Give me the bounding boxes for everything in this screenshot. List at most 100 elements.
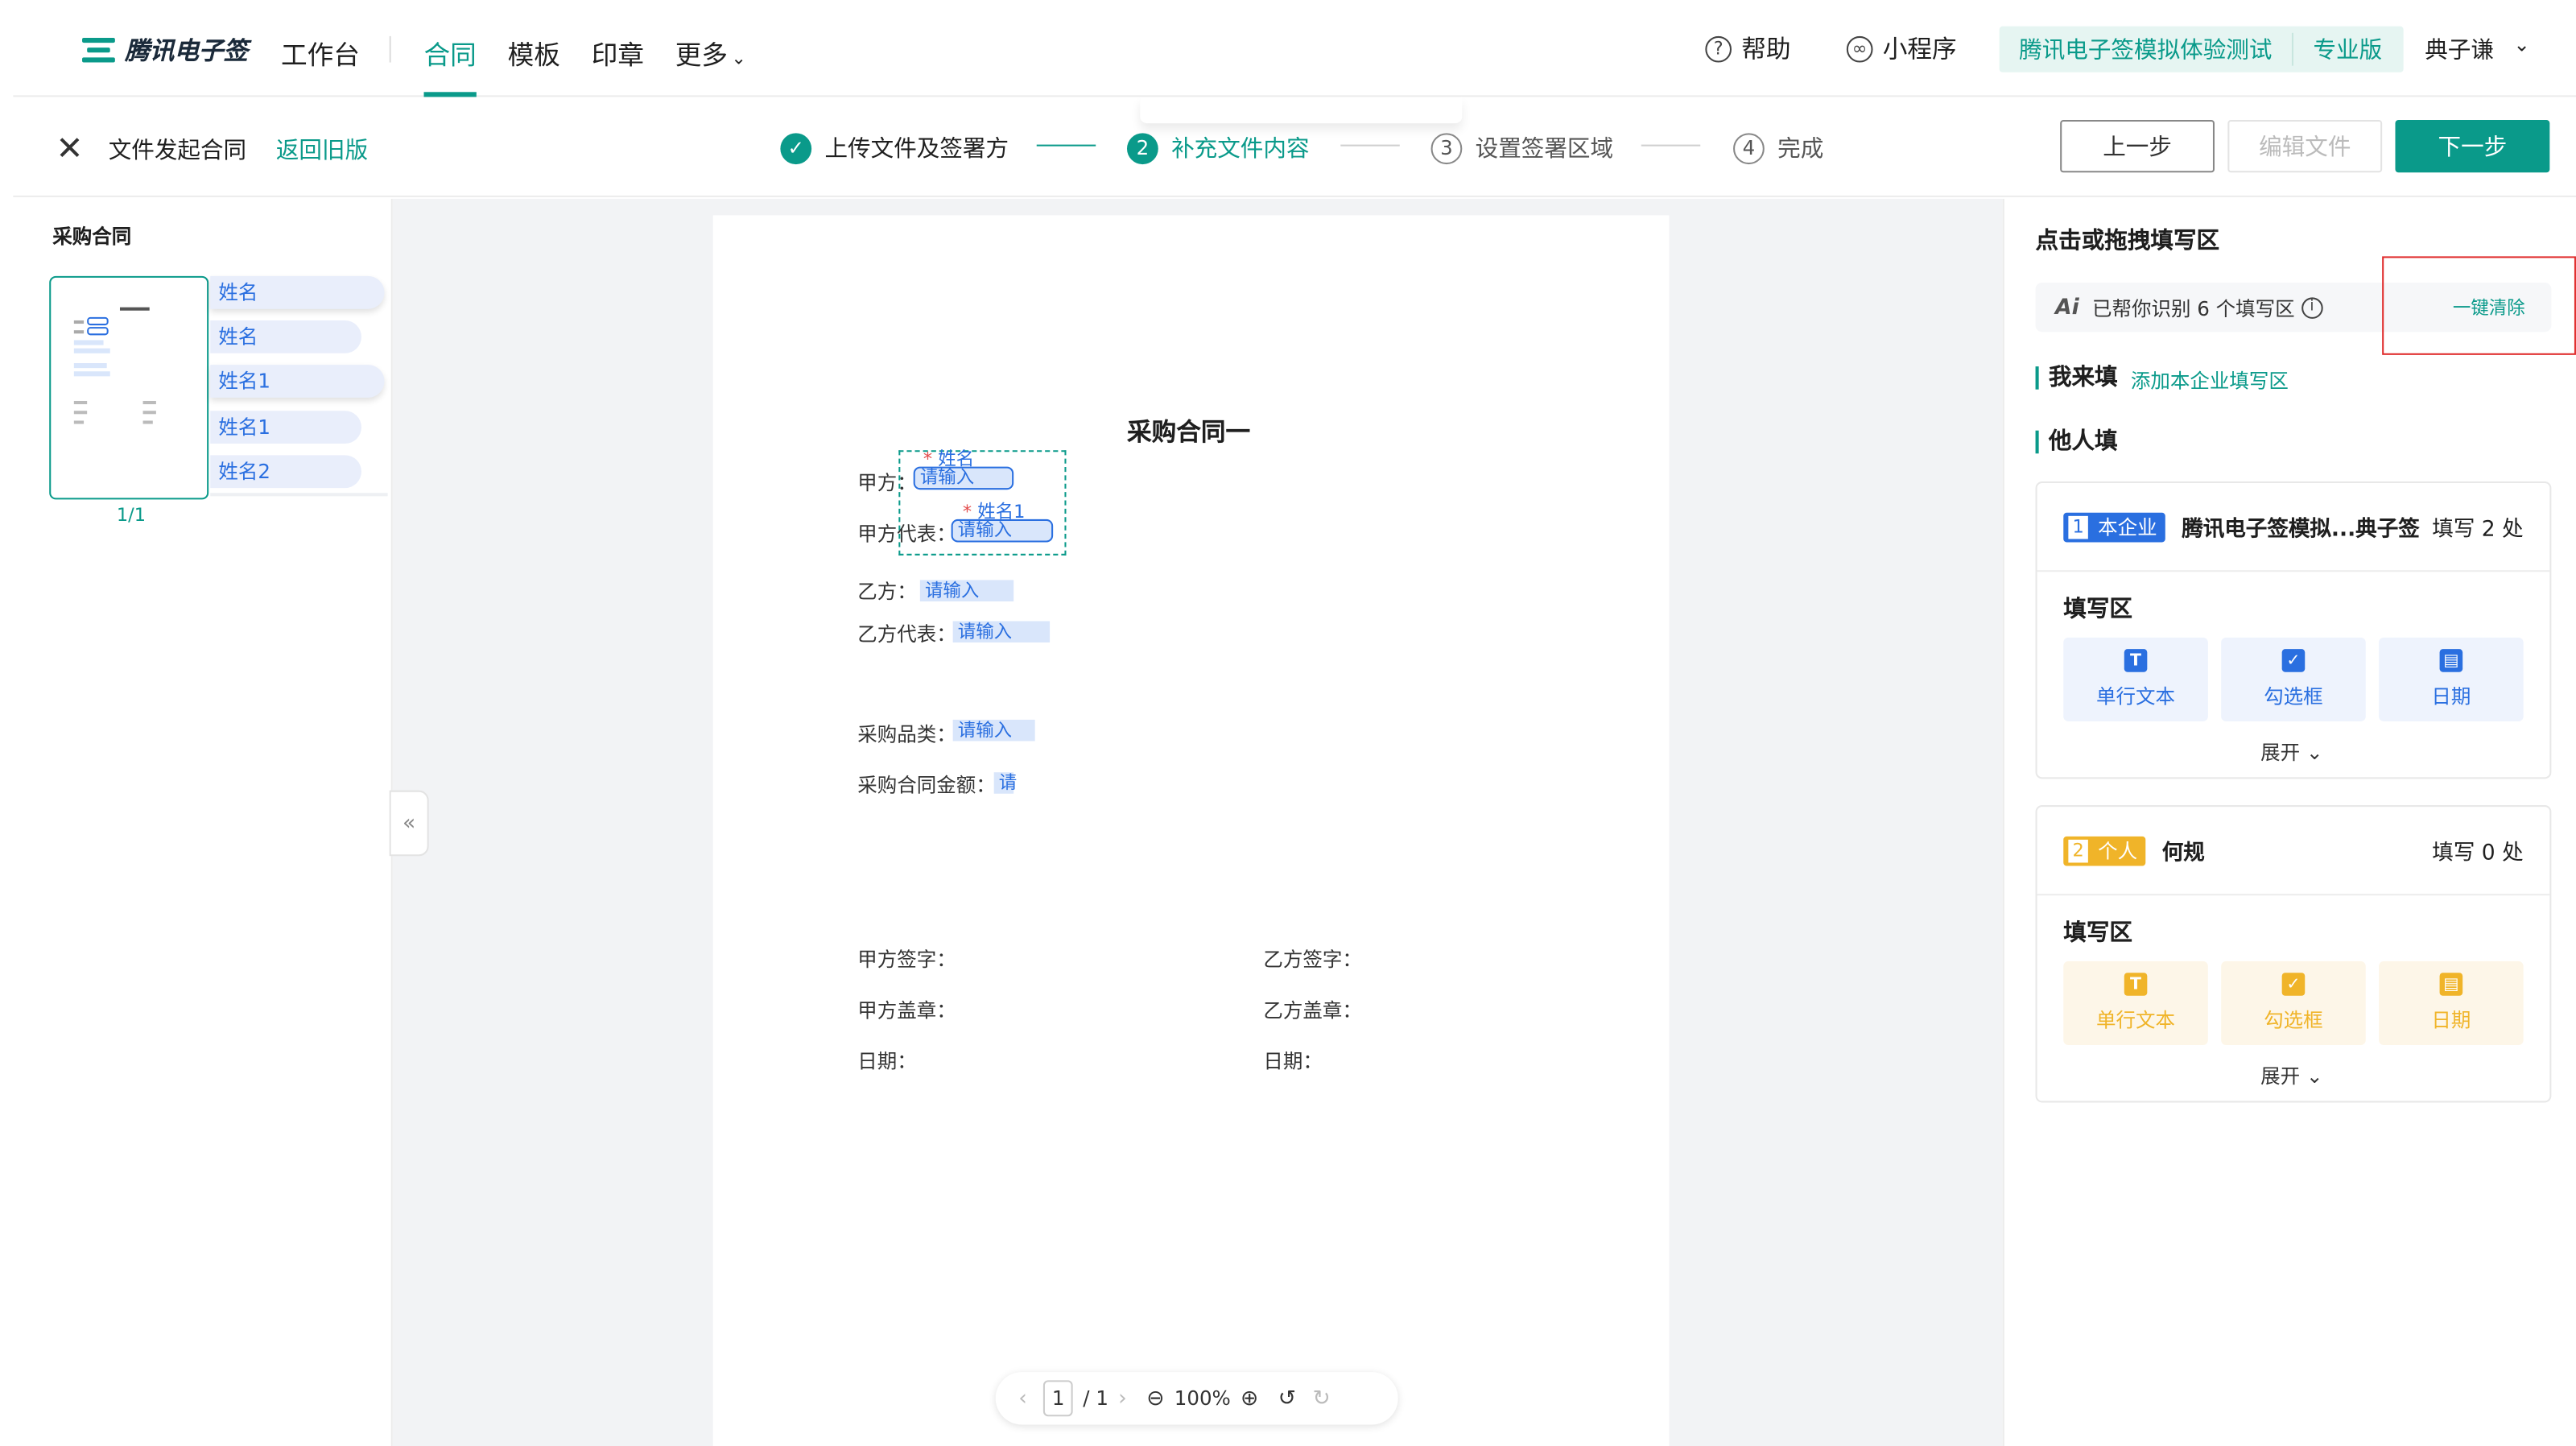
fill-field[interactable]: 请输入 xyxy=(952,719,1035,742)
field-tag[interactable]: 姓名1 xyxy=(210,365,385,398)
add-company-field-link[interactable]: 添加本企业填写区 xyxy=(2131,366,2289,395)
doc-label: 日期： xyxy=(1263,1050,1323,1073)
badge-label: 本企业 xyxy=(2098,515,2157,539)
miniapp-link[interactable]: ∞ 小程序 xyxy=(1846,31,1957,66)
chevron-down-icon: ⌄ xyxy=(2513,32,2530,56)
tool-date[interactable]: ▤ 日期 xyxy=(2379,961,2524,1046)
signer-badge: 1 本企业 xyxy=(2063,511,2165,542)
field-tag[interactable]: 姓名2 xyxy=(210,455,361,489)
page-total: / 1 xyxy=(1083,1386,1108,1411)
right-panel-title: 点击或拖拽填写区 xyxy=(2035,228,2220,255)
tool-label: 单行文本 xyxy=(2096,685,2176,709)
double-chevron-left-icon: « xyxy=(402,811,416,836)
doc-label: 乙方签字： xyxy=(1263,948,1362,972)
field-tag[interactable]: 姓名 xyxy=(210,275,385,309)
tool-label: 日期 xyxy=(2431,685,2471,709)
chevron-right-icon[interactable]: › xyxy=(1118,1386,1127,1411)
tool-checkbox[interactable]: ✓ 勾选框 xyxy=(2221,961,2366,1046)
text-icon: T xyxy=(2124,973,2148,996)
tool-label: 勾选框 xyxy=(2264,685,2323,709)
app-root: 腾讯电子签 工作台 合同 模板 印章 更多 ⌄ ? 帮助 ∞ 小程序 腾讯电子签模… xyxy=(0,0,2576,1446)
step-number: 4 xyxy=(1733,132,1765,164)
doc-label: 日期： xyxy=(857,1050,917,1073)
checkbox-icon: ✓ xyxy=(2281,649,2306,672)
fill-field-name[interactable]: 请输入 xyxy=(913,466,1014,490)
page-number-input[interactable]: 1 xyxy=(1043,1380,1074,1417)
fill-field[interactable]: 请输入 xyxy=(919,580,1014,601)
help-label: 帮助 xyxy=(1741,34,1791,64)
chevron-down-icon: ⌄ xyxy=(2306,1064,2323,1089)
fill-field[interactable]: 请输入 xyxy=(952,621,1051,642)
doc-label: 甲方盖章： xyxy=(857,998,956,1023)
miniapp-label: 小程序 xyxy=(1882,34,1957,64)
doc-label: 甲方代表： xyxy=(857,523,956,546)
expand-toggle[interactable]: 展开 ⌄ xyxy=(2260,737,2322,766)
nav-workbench[interactable]: 工作台 xyxy=(281,33,360,72)
user-menu[interactable]: 典子谦 ⌄ xyxy=(2425,33,2530,66)
thumbnail-panel: 采购合同 1/1 姓名 姓名 姓名1 姓名1 姓名2 xyxy=(13,198,393,1446)
tool-single-text[interactable]: T 单行文本 xyxy=(2063,961,2208,1046)
back-old-version-link[interactable]: 返回旧版 xyxy=(276,133,368,166)
badge-number: 1 xyxy=(2068,514,2088,539)
step-number: 3 xyxy=(1430,132,1463,164)
tool-date[interactable]: ▤ 日期 xyxy=(2379,637,2524,721)
nav-contract[interactable]: 合同 xyxy=(424,33,477,72)
nav-divider xyxy=(389,35,391,63)
doc-label: 乙方： xyxy=(857,580,917,604)
others-fill-title: 他人填 xyxy=(2035,430,2118,454)
step-connector xyxy=(1036,144,1096,147)
nav-more[interactable]: 更多 ⌄ xyxy=(675,33,746,72)
doc-label: 甲方签字： xyxy=(857,948,956,972)
user-name: 典子谦 xyxy=(2425,37,2494,64)
card-header: 1 本企业 腾讯电子签模拟...典子签 填写 2 处 xyxy=(2037,483,2550,572)
chevron-down-icon: ⌄ xyxy=(2306,741,2323,765)
chevron-left-icon[interactable]: ‹ xyxy=(1018,1386,1027,1411)
nav-seal[interactable]: 印章 xyxy=(592,33,644,72)
field-tag[interactable]: 姓名1 xyxy=(210,411,361,444)
zoom-in-icon[interactable]: ⊕ xyxy=(1241,1386,1258,1411)
tooltip-shadow xyxy=(1140,97,1463,124)
zoom-level: 100% xyxy=(1174,1386,1231,1411)
next-step-button[interactable]: 下一步 xyxy=(2395,119,2550,173)
step-number: 2 xyxy=(1126,132,1158,164)
org-name: 腾讯电子签模拟体验测试 xyxy=(2000,32,2293,66)
nav-template[interactable]: 模板 xyxy=(508,33,560,72)
logo[interactable]: 腾讯电子签 xyxy=(82,33,248,68)
logo-text: 腾讯电子签 xyxy=(125,35,249,66)
fill-field-name1[interactable]: 请输入 xyxy=(951,518,1054,543)
org-switcher[interactable]: 腾讯电子签模拟体验测试 专业版 xyxy=(1999,26,2404,72)
field-tag[interactable]: 姓名 xyxy=(210,320,361,353)
tool-checkbox[interactable]: ✓ 勾选框 xyxy=(2221,637,2366,721)
logo-icon xyxy=(82,35,115,65)
step-label: 上传文件及签署方 xyxy=(824,136,1009,163)
step-3: 3 设置签署区域 xyxy=(1430,131,1613,164)
card-header: 2 个人 何规 填写 0 处 xyxy=(2037,807,2550,896)
signer-name: 何规 xyxy=(2161,841,2205,866)
edit-file-button[interactable]: 编辑文件 xyxy=(2227,119,2383,173)
fill-field[interactable]: 请 xyxy=(993,772,1017,794)
ai-icon: Ai xyxy=(2055,295,2079,320)
tool-single-text[interactable]: T 单行文本 xyxy=(2063,637,2208,721)
nav-active-indicator xyxy=(423,92,477,97)
fill-area-title: 填写区 xyxy=(2063,596,2132,623)
page-thumbnail[interactable] xyxy=(49,275,209,500)
self-fill-title: 我来填 xyxy=(2035,366,2118,390)
tool-label: 单行文本 xyxy=(2096,1009,2176,1032)
doc-label: 采购合同金额： xyxy=(857,774,996,797)
pager-toolbar: ‹ 1 / 1 › ⊖ 100% ⊕ ↺ ↻ xyxy=(995,1372,1398,1425)
help-link[interactable]: ? 帮助 xyxy=(1705,31,1791,66)
rotate-left-icon[interactable]: ↺ xyxy=(1278,1386,1296,1411)
collapse-panel-button[interactable]: « xyxy=(389,790,429,857)
doc-label: 乙方盖章： xyxy=(1263,998,1362,1023)
doc-label: 采购品类： xyxy=(857,722,956,746)
expand-toggle[interactable]: 展开 ⌄ xyxy=(2260,1061,2322,1089)
rotate-right-icon[interactable]: ↻ xyxy=(1312,1386,1330,1411)
divider xyxy=(210,493,388,497)
file-title: 采购合同 xyxy=(52,225,132,249)
tool-label: 勾选框 xyxy=(2264,1009,2323,1032)
info-icon[interactable]: i xyxy=(2301,296,2323,318)
prev-step-button[interactable]: 上一步 xyxy=(2060,119,2215,173)
close-icon[interactable]: ✕ xyxy=(56,128,83,167)
zoom-out-icon[interactable]: ⊖ xyxy=(1146,1386,1164,1411)
badge-label: 个人 xyxy=(2098,839,2138,863)
